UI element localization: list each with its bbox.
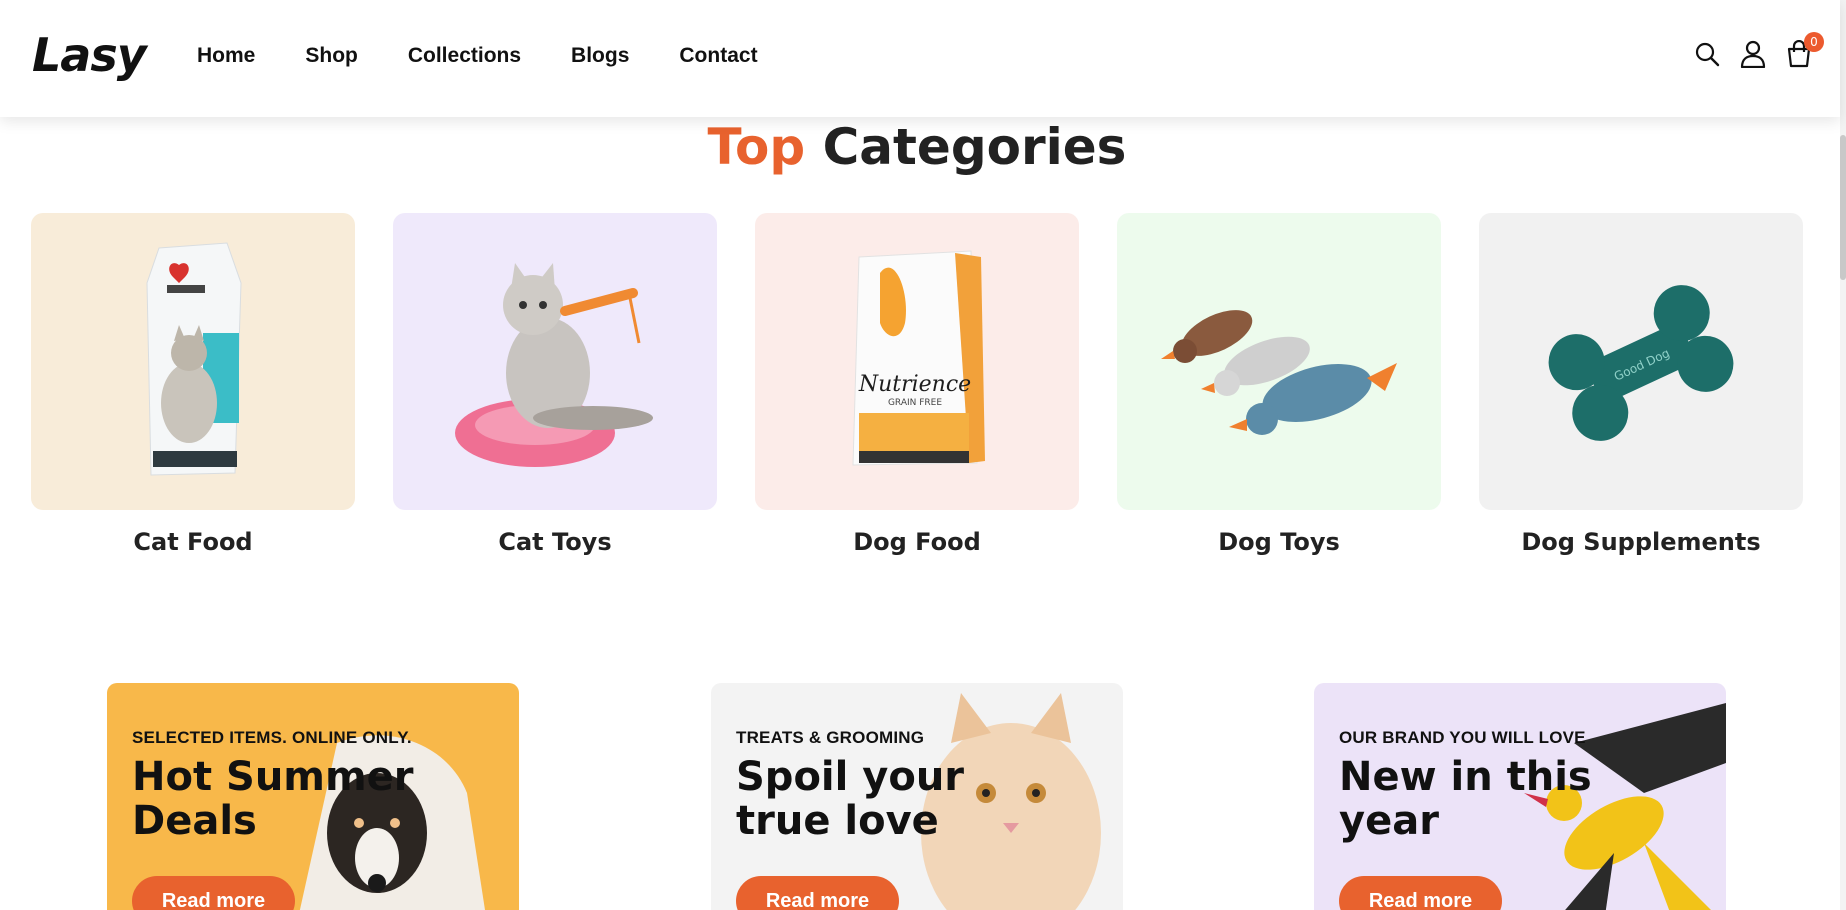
site-header: Lasy Home Shop Collections Blogs Contact… [0,0,1840,117]
promo-headline: New in this year [1339,754,1592,844]
title-rest: Categories [822,118,1127,176]
category-label[interactable]: Dog Supplements [1479,528,1803,556]
logo[interactable]: Lasy [32,28,147,82]
search-icon[interactable] [1694,40,1720,68]
category-image-dog-toys[interactable] [1117,213,1441,510]
nav-home[interactable]: Home [197,44,255,68]
category-image-cat-food[interactable] [31,213,355,510]
dog-food-bag-image: Nutrience GRAIN FREE [852,250,985,466]
cat-food-bag-image [146,242,242,476]
nav-shop[interactable]: Shop [305,44,358,68]
cart-count-badge: 0 [1804,32,1824,52]
section-title: Top Categories [0,118,1834,176]
category-label[interactable]: Dog Food [755,528,1079,556]
svg-text:Nutrience: Nutrience [858,372,971,397]
header-icons: 0 [1694,32,1824,68]
bone-toy-image: Good Dog [1548,285,1734,441]
category-label[interactable]: Cat Toys [393,528,717,556]
category-card-dog-supplements[interactable]: Good Dog Dog Supplements [1479,213,1803,556]
promo-card-new-this-year[interactable]: OUR BRAND YOU WILL LOVE New in this year… [1314,683,1726,910]
dog-toys-image [1161,310,1397,435]
scrollbar-thumb[interactable] [1840,135,1846,280]
read-more-button[interactable]: Read more [736,876,899,910]
category-image-dog-supplements[interactable]: Good Dog [1479,213,1803,510]
read-more-button[interactable]: Read more [1339,876,1502,910]
category-image-cat-toys[interactable] [393,213,717,510]
promo-headline: Spoil your true love [736,754,965,844]
category-label[interactable]: Cat Food [31,528,355,556]
category-label[interactable]: Dog Toys [1117,528,1441,556]
read-more-button[interactable]: Read more [132,876,295,910]
title-accent: Top [707,118,806,176]
category-image-dog-food[interactable]: Nutrience GRAIN FREE [755,213,1079,510]
category-card-dog-food[interactable]: Nutrience GRAIN FREE Dog Food [755,213,1079,556]
promo-eyebrow: SELECTED ITEMS. ONLINE ONLY. [132,728,412,747]
svg-text:GRAIN FREE: GRAIN FREE [888,398,942,408]
cart-icon[interactable]: 0 [1786,32,1824,68]
category-card-cat-food[interactable]: Cat Food [31,213,355,556]
main-nav: Home Shop Collections Blogs Contact [197,44,808,68]
nav-collections[interactable]: Collections [408,44,521,68]
promo-card-treats-grooming[interactable]: TREATS & GROOMING Spoil your true love R… [711,683,1123,910]
promo-eyebrow: OUR BRAND YOU WILL LOVE [1339,728,1586,747]
nav-contact[interactable]: Contact [679,44,757,68]
promo-card-summer-deals[interactable]: SELECTED ITEMS. ONLINE ONLY. Hot Summer … [107,683,519,910]
nav-blogs[interactable]: Blogs [571,44,629,68]
promo-headline: Hot Summer Deals [132,754,414,844]
promo-eyebrow: TREATS & GROOMING [736,728,925,747]
category-card-dog-toys[interactable]: Dog Toys [1117,213,1441,556]
category-card-cat-toys[interactable]: Cat Toys [393,213,717,556]
user-icon[interactable] [1740,40,1766,68]
cat-toy-image [455,263,653,467]
